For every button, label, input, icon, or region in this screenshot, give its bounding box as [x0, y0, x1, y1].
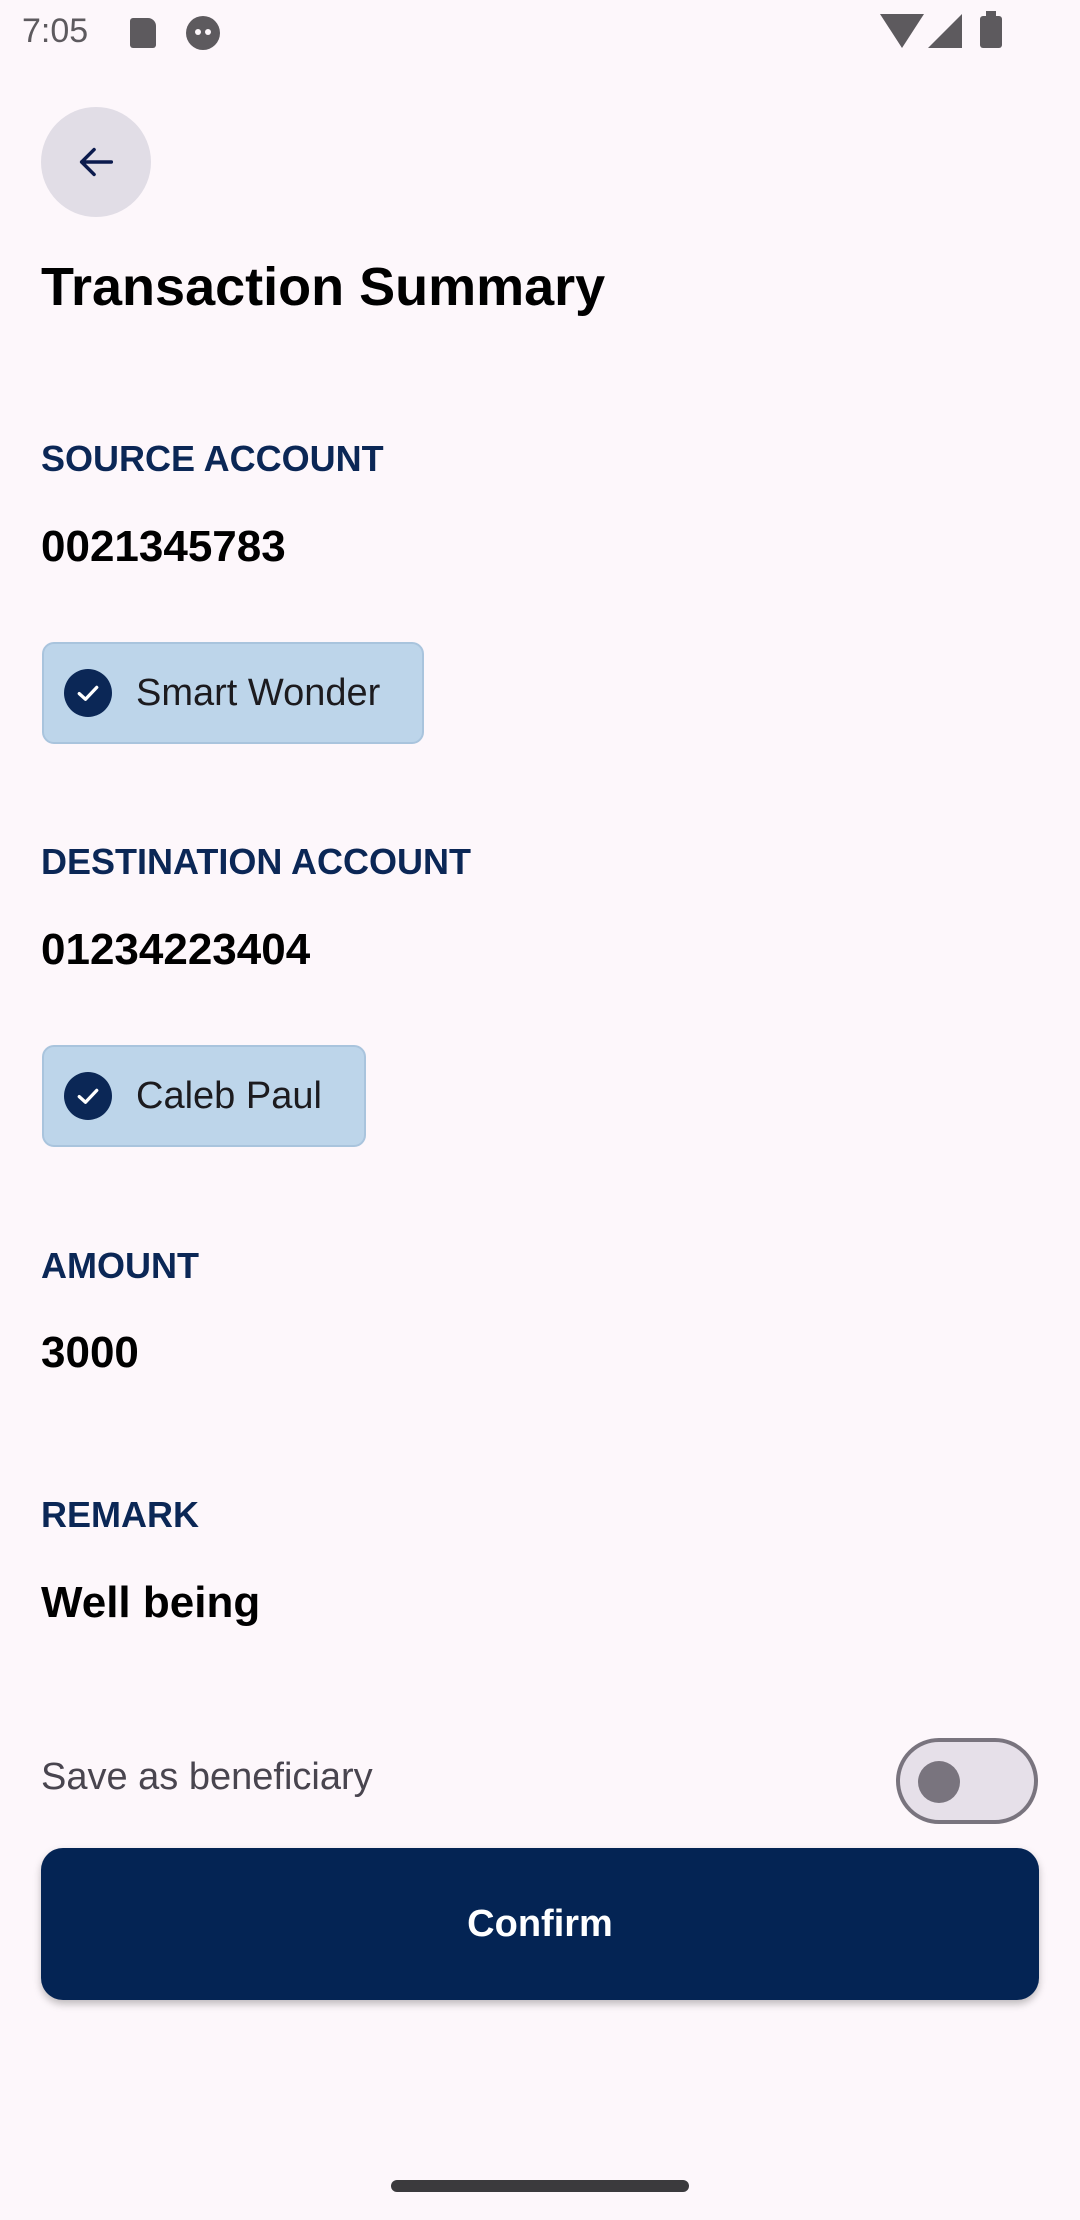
amount-value: 3000 — [41, 1328, 139, 1377]
destination-account-number: 01234223404 — [41, 925, 311, 974]
signal-icon — [928, 14, 962, 48]
destination-account-name: Caleb Paul — [136, 1074, 322, 1117]
wifi-icon — [880, 14, 924, 48]
confirm-button-label: Confirm — [467, 1902, 613, 1945]
source-account-number: 0021345783 — [41, 522, 286, 571]
status-time: 7:05 — [22, 12, 89, 50]
home-indicator[interactable] — [391, 2180, 689, 2192]
back-button[interactable] — [41, 107, 151, 217]
page-title: Transaction Summary — [41, 257, 606, 317]
source-account-name: Smart Wonder — [136, 671, 381, 714]
remark-label: REMARK — [41, 1494, 199, 1535]
remark-value: Well being — [41, 1578, 261, 1627]
toggle-thumb — [918, 1761, 960, 1803]
destination-account-name-chip[interactable]: Caleb Paul — [42, 1045, 366, 1147]
battery-icon — [980, 11, 1002, 48]
amount-label: AMOUNT — [41, 1245, 199, 1286]
save-beneficiary-toggle[interactable] — [896, 1738, 1038, 1824]
source-account-label: SOURCE ACCOUNT — [41, 438, 384, 479]
destination-account-label: DESTINATION ACCOUNT — [41, 841, 471, 882]
face-icon — [186, 16, 220, 50]
sd-card-icon — [130, 18, 156, 48]
arrow-left-icon — [79, 147, 114, 177]
check-icon — [64, 669, 112, 717]
status-bar: 7:05 — [0, 0, 1080, 64]
save-beneficiary-label: Save as beneficiary — [41, 1756, 373, 1798]
confirm-button[interactable]: Confirm — [41, 1848, 1039, 2000]
check-icon — [64, 1072, 112, 1120]
source-account-name-chip[interactable]: Smart Wonder — [42, 642, 425, 744]
